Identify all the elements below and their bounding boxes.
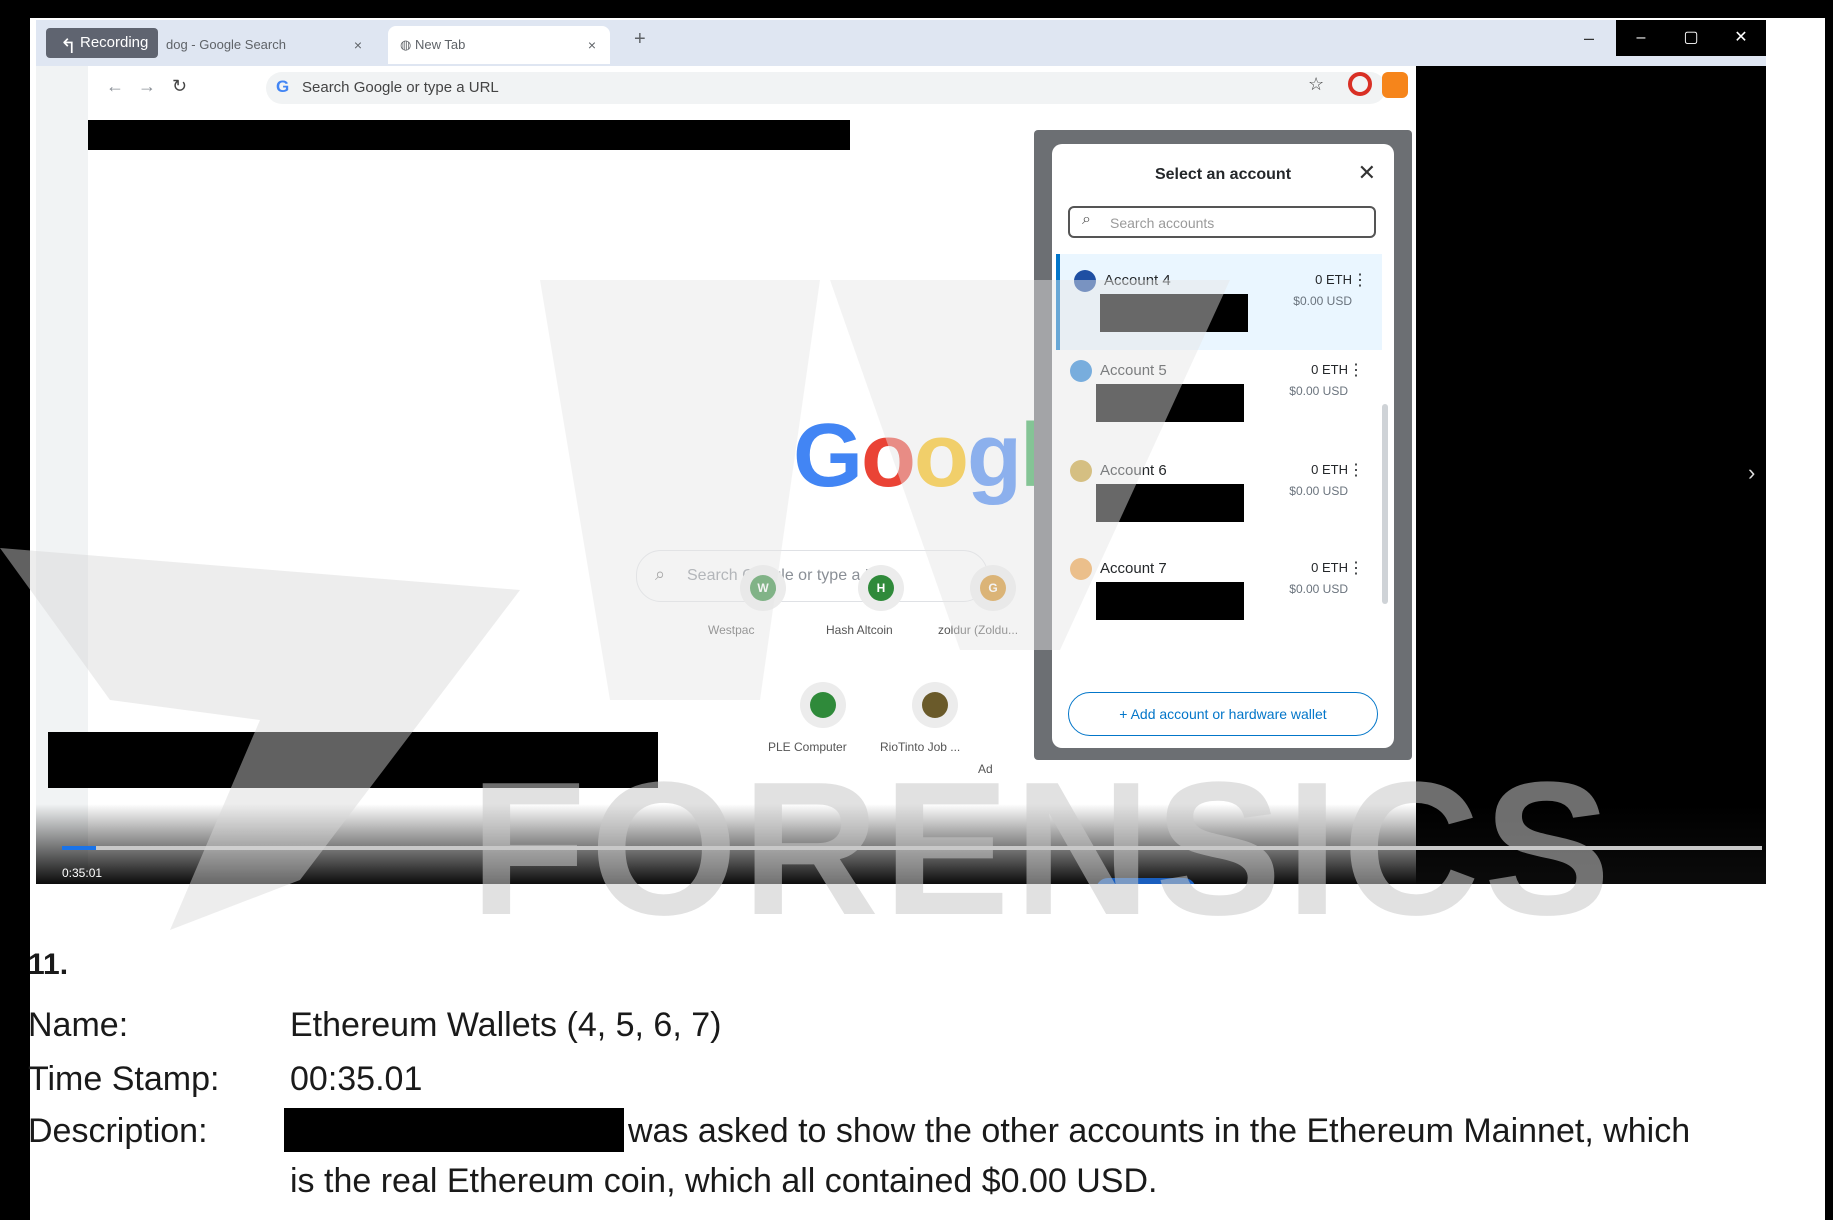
redacted-name	[284, 1108, 624, 1152]
record-number: 11.	[28, 948, 69, 981]
name-value: Ethereum Wallets (4, 5, 6, 7)	[290, 1006, 722, 1044]
watermark-text: FORENSICS	[470, 743, 1615, 955]
description-label: Description:	[28, 1112, 208, 1150]
timestamp-label: Time Stamp:	[28, 1060, 220, 1098]
description-line-2: is the real Ethereum coin, which all con…	[290, 1162, 1158, 1200]
description-line-1: was asked to show the other accounts in …	[628, 1112, 1691, 1150]
watermark-logo-shape	[0, 280, 1230, 930]
timestamp-value: 00:35.01	[290, 1060, 423, 1098]
document-page: ↰ Recording dog - Google Search × ◍ New …	[0, 0, 1833, 1220]
name-label: Name:	[28, 1006, 129, 1044]
